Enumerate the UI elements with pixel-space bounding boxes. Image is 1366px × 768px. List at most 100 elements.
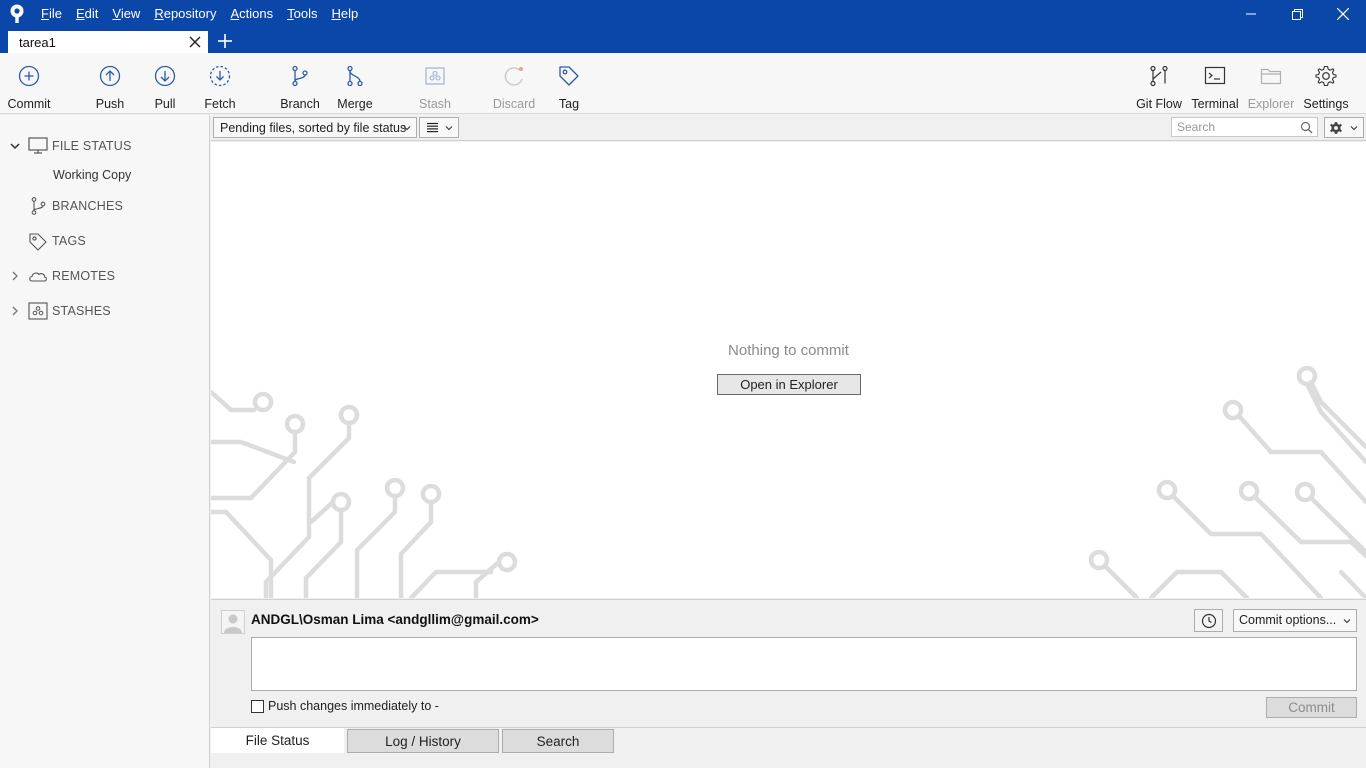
close-tab-icon[interactable]: [188, 35, 202, 49]
chevron-down-icon: [1350, 126, 1358, 131]
tab-search[interactable]: Search: [502, 729, 614, 753]
repository-tab[interactable]: tarea1: [8, 31, 208, 53]
push-immediately-label: Push changes immediately to -: [268, 699, 439, 713]
sidebar-item-working-copy[interactable]: Working Copy: [53, 168, 131, 182]
push-icon: [99, 65, 121, 87]
commit-options-dropdown[interactable]: Commit options...: [1233, 609, 1357, 632]
chevron-right-icon[interactable]: [9, 305, 21, 317]
sidebar-item-file-status[interactable]: FILE STATUS: [0, 134, 210, 158]
branch-icon: [292, 65, 308, 87]
sidebar-item-tags[interactable]: TAGS: [0, 229, 210, 253]
open-in-explorer-button[interactable]: Open in Explorer: [717, 374, 861, 395]
user-avatar-icon: [224, 614, 242, 633]
monitor-icon: [28, 137, 48, 154]
tag-label: Tag: [558, 97, 580, 111]
cloud-icon: [29, 272, 47, 282]
minimize-button[interactable]: [1228, 0, 1274, 28]
gear-icon: [1330, 122, 1342, 134]
gear-icon: [1315, 65, 1337, 87]
pull-label: Pull: [154, 97, 176, 111]
tag-icon: [29, 233, 47, 251]
terminal-button[interactable]: Terminal: [1190, 53, 1240, 114]
tab-log-history[interactable]: Log / History: [347, 729, 499, 753]
file-list-area: Nothing to commit Open in Explorer: [211, 142, 1366, 598]
sidebar: FILE STATUS Working Copy BRANCHES TAGS R…: [0, 115, 210, 768]
close-window-button[interactable]: [1320, 0, 1366, 28]
list-view-icon: [427, 122, 438, 133]
stash-button[interactable]: Stash: [412, 53, 458, 114]
settings-button[interactable]: Settings: [1302, 53, 1350, 114]
tab-file-status[interactable]: File Status: [211, 728, 344, 753]
commit-author: ANDGL\Osman Lima <andgllim@gmail.com>: [251, 612, 539, 627]
merge-icon: [347, 65, 363, 87]
chevron-down-icon: [1343, 619, 1351, 624]
git-flow-icon: [1150, 65, 1168, 87]
sidebar-item-label: TAGS: [52, 234, 86, 248]
tag-icon: [559, 66, 579, 86]
close-icon: [1337, 8, 1349, 20]
menu-repository[interactable]: Repository: [147, 0, 223, 28]
menu-bar: File Edit View Repository Actions Tools …: [34, 0, 365, 28]
clock-icon: [1201, 613, 1216, 628]
toolbar: Commit Push Pull Fetch Branch Merge Stas…: [0, 53, 1366, 114]
sort-dropdown-value: Pending files, sorted by file status: [220, 120, 407, 135]
commit-toolbar-button[interactable]: Commit: [5, 53, 53, 114]
restore-icon: [1291, 8, 1303, 20]
sidebar-item-label: REMOTES: [52, 269, 116, 283]
push-button[interactable]: Push: [88, 53, 132, 114]
git-flow-button[interactable]: Git Flow: [1134, 53, 1184, 114]
chevron-right-icon[interactable]: [9, 270, 21, 282]
fetch-label: Fetch: [204, 97, 236, 111]
explorer-button[interactable]: Explorer: [1246, 53, 1296, 114]
search-icon: [1300, 121, 1313, 134]
stash-icon: [28, 302, 48, 320]
circuit-background-decoration: [211, 365, 1366, 598]
menu-view[interactable]: View: [105, 0, 147, 28]
sort-dropdown[interactable]: Pending files, sorted by file status: [213, 117, 417, 138]
discard-icon: [504, 67, 523, 86]
bottom-tab-bar: File Status Log / History Search: [211, 727, 1366, 768]
sidebar-item-label: FILE STATUS: [52, 139, 132, 153]
sourcetree-logo-icon: [0, 0, 34, 28]
terminal-icon: [1204, 66, 1226, 85]
menu-help[interactable]: Help: [324, 0, 365, 28]
commit-history-button[interactable]: [1194, 609, 1223, 632]
chevron-down-icon[interactable]: [9, 140, 21, 152]
avatar: [221, 610, 245, 634]
fetch-button[interactable]: Fetch: [198, 53, 242, 114]
menu-tools[interactable]: Tools: [280, 0, 324, 28]
restore-button[interactable]: [1274, 0, 1320, 28]
menu-edit[interactable]: Edit: [69, 0, 105, 28]
chevron-down-icon: [445, 126, 453, 131]
sidebar-item-branches[interactable]: BRANCHES: [0, 194, 210, 218]
commit-icon: [18, 65, 40, 87]
sidebar-item-label: STASHES: [52, 304, 111, 318]
commit-button[interactable]: Commit: [1266, 697, 1357, 718]
file-filter-bar: Pending files, sorted by file status Sea…: [211, 115, 1366, 141]
filter-settings-dropdown[interactable]: [1324, 117, 1364, 138]
window-controls: [1228, 0, 1366, 28]
discard-label: Discard: [492, 97, 536, 111]
pull-button[interactable]: Pull: [143, 53, 187, 114]
view-mode-dropdown[interactable]: [419, 117, 459, 138]
discard-button[interactable]: Discard: [490, 53, 538, 114]
merge-button[interactable]: Merge: [332, 53, 378, 114]
sidebar-item-stashes[interactable]: STASHES: [0, 299, 210, 323]
push-label: Push: [95, 97, 125, 111]
commit-toolbar-label: Commit: [7, 97, 51, 111]
commit-message-input[interactable]: [251, 637, 1357, 691]
commit-panel: ANDGL\Osman Lima <andgllim@gmail.com> Co…: [211, 599, 1366, 727]
push-immediately-checkbox[interactable]: [251, 700, 264, 713]
menu-file[interactable]: File: [34, 0, 69, 28]
terminal-label: Terminal: [1191, 97, 1239, 111]
stash-icon: [425, 67, 445, 85]
add-tab-icon[interactable]: [216, 32, 234, 50]
tag-button[interactable]: Tag: [550, 53, 588, 114]
fetch-icon: [209, 65, 231, 87]
search-input[interactable]: Search: [1171, 117, 1318, 137]
title-bar: File Edit View Repository Actions Tools …: [0, 0, 1366, 28]
branch-button[interactable]: Branch: [276, 53, 324, 114]
folder-icon: [1260, 68, 1282, 85]
menu-actions[interactable]: Actions: [223, 0, 280, 28]
sidebar-item-remotes[interactable]: REMOTES: [0, 264, 210, 288]
